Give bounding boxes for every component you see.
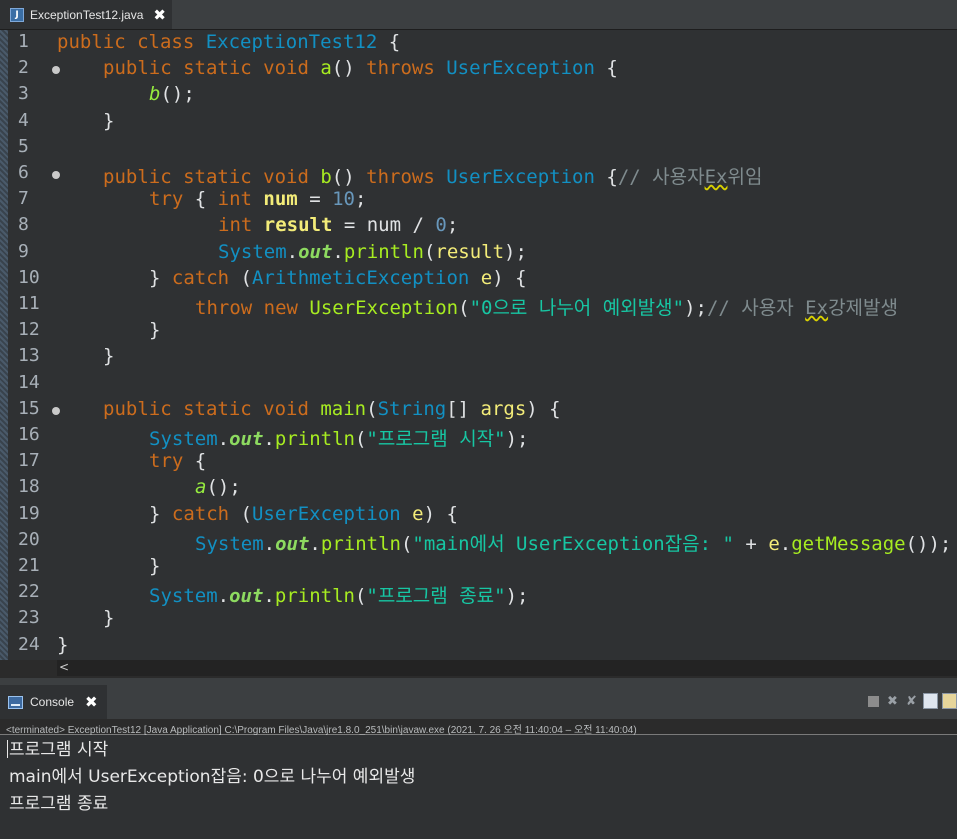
close-tab-icon[interactable]: ✖	[153, 6, 166, 24]
code-line-20: System.out.println("main에서 UserException…	[195, 532, 952, 555]
code-line-13: }	[103, 345, 115, 368]
editor-tab-bar: J ExceptionTest12.java ✖	[0, 0, 957, 30]
scroll-left-arrow-icon[interactable]: <	[59, 660, 69, 674]
code-line-12: }	[149, 319, 161, 342]
console-output[interactable]: 프로그램 시작 main에서 UserException잡음: 0으로 나누어 …	[0, 735, 957, 839]
line-number-16: 16	[18, 424, 40, 445]
line-number-12: 12	[18, 319, 40, 341]
console-icon	[8, 695, 23, 709]
editor-tab-exceptiontest12[interactable]: J ExceptionTest12.java ✖	[0, 0, 172, 29]
stop-icon[interactable]	[868, 695, 879, 707]
console-tab[interactable]: Console ✖	[0, 685, 107, 719]
console-process-info: <terminated> ExceptionTest12 [Java Appli…	[0, 719, 957, 736]
line-number-9: 9	[18, 240, 29, 262]
remove-all-icon[interactable]: ✘	[904, 694, 919, 709]
view-separator	[0, 678, 957, 685]
code-line-24: }	[57, 633, 69, 656]
horizontal-scrollbar[interactable]: <	[57, 660, 957, 676]
overview-ruler	[0, 30, 8, 660]
code-line-22: System.out.println("프로그램 종료");	[149, 585, 529, 608]
line-number-5: 5	[18, 135, 29, 157]
code-line-4: }	[103, 109, 115, 132]
line-number-2: 2	[18, 57, 29, 79]
code-line-6: public static void b() throws UserExcept…	[103, 166, 763, 188]
line-number-21: 21	[18, 555, 40, 576]
line-number-3: 3	[18, 83, 29, 105]
code-line-16: System.out.println("프로그램 시작");	[149, 428, 529, 450]
line-number-8: 8	[18, 214, 29, 236]
remove-launch-icon[interactable]: ✖	[885, 694, 900, 709]
line-number-23: 23	[18, 607, 40, 629]
code-line-10: } catch (ArithmeticException e) {	[149, 266, 527, 289]
line-number-4: 4	[18, 109, 29, 131]
line-number-13: 13	[18, 345, 40, 367]
line-number-15: 15	[18, 397, 40, 419]
code-line-7: try { int num = 10;	[149, 188, 367, 211]
console-output-line-3: 프로그램 종료	[9, 794, 109, 814]
console-output-line-2: main에서 UserException잡음: 0으로 나누어 예외발생	[9, 767, 416, 787]
code-line-15: public static void main(String[] args) {	[103, 397, 561, 420]
line-number-1: 1	[18, 31, 29, 52]
editor-tab-label: ExceptionTest12.java	[30, 7, 144, 22]
line-number-7: 7	[18, 188, 29, 210]
line-number-19: 19	[18, 502, 40, 524]
console-tab-label: Console	[30, 695, 75, 709]
console-process-info-text: <terminated> ExceptionTest12 [Java Appli…	[6, 725, 637, 736]
console-toolbar: ✖ ✘	[868, 693, 957, 709]
java-file-icon: J	[10, 7, 24, 22]
line-number-17: 17	[18, 450, 40, 472]
line-number-gutter: 1 2 3 4 5 6 7 8 9 10 11 12 13 14 15 16 17 18 19 20 21 22 23 24	[8, 30, 60, 660]
line-number-14: 14	[18, 371, 40, 393]
line-number-6: 6	[18, 162, 29, 183]
code-line-9: System.out.println(result);	[218, 240, 527, 263]
code-line-1: public class ExceptionTest12 {	[57, 31, 401, 53]
line-number-10: 10	[18, 266, 40, 288]
code-line-19: } catch (UserException e) {	[149, 502, 458, 525]
code-line-18: a();	[195, 476, 241, 499]
code-line-2: public static void a() throws UserExcept…	[103, 57, 618, 80]
line-number-20: 20	[18, 528, 40, 550]
close-console-icon[interactable]: ✖	[85, 693, 98, 711]
line-number-18: 18	[18, 476, 40, 498]
console-tab-bar: Console ✖ ✖ ✘	[0, 685, 957, 719]
scroll-lock-icon[interactable]	[923, 693, 938, 709]
code-editor[interactable]: 1 2 3 4 5 6 7 8 9 10 11 12 13 14 15 16 17 18 19 20 21 22 23 24 …	[0, 30, 957, 676]
code-line-17: try {	[149, 450, 207, 473]
line-number-24: 24	[18, 633, 40, 655]
code-line-8: int result = num / 0;	[218, 214, 459, 237]
text-caret	[7, 740, 8, 758]
code-line-11: throw new UserException("0으로 나누어 예외발생");…	[195, 297, 898, 319]
line-number-11: 11	[18, 293, 40, 314]
console-output-line-1: 프로그램 시작	[9, 740, 109, 760]
code-area[interactable]: public class ExceptionTest12 { public st…	[57, 30, 957, 660]
code-line-3: b();	[149, 83, 195, 106]
word-wrap-icon[interactable]	[942, 693, 957, 709]
code-line-23: }	[103, 607, 115, 630]
code-line-21: }	[149, 555, 161, 577]
line-number-22: 22	[18, 581, 40, 603]
